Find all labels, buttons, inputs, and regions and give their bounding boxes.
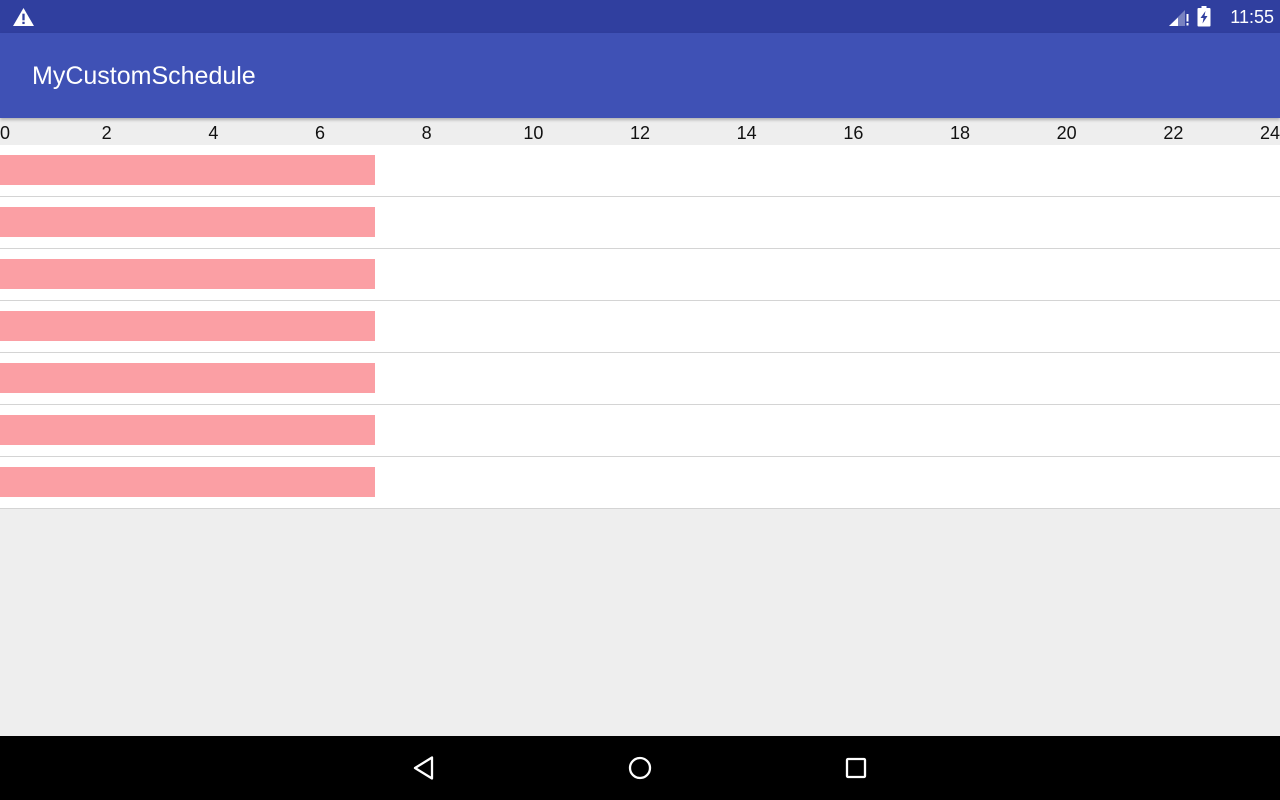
- schedule-row: [0, 353, 1280, 405]
- recents-button[interactable]: [826, 748, 886, 788]
- navigation-bar: [0, 736, 1280, 800]
- schedule-bar[interactable]: [0, 415, 375, 445]
- app-bar: MyCustomSchedule: [0, 33, 1280, 118]
- hour-label: 14: [736, 123, 757, 143]
- hour-label: 16: [843, 123, 864, 143]
- schedule-row: [0, 301, 1280, 353]
- schedule-bar[interactable]: [0, 207, 375, 237]
- back-icon: [413, 756, 434, 780]
- hour-label: 18: [950, 123, 971, 143]
- schedule-row: [0, 145, 1280, 197]
- hour-label: 0: [0, 123, 11, 143]
- recents-icon: [845, 757, 867, 779]
- schedule-bar[interactable]: [0, 259, 375, 289]
- status-clock: 11:55: [1230, 7, 1274, 27]
- battery-charging-icon: [1197, 6, 1211, 27]
- hour-label: 2: [101, 123, 112, 143]
- schedule-row: [0, 249, 1280, 301]
- hour-label: 6: [315, 123, 326, 143]
- schedule-bar[interactable]: [0, 363, 375, 393]
- schedule-row: [0, 197, 1280, 249]
- app-title: MyCustomSchedule: [32, 62, 256, 90]
- hour-label: 10: [523, 123, 544, 143]
- schedule-row: [0, 405, 1280, 457]
- hour-label: 22: [1163, 123, 1184, 143]
- hour-label: 12: [630, 123, 651, 143]
- hour-label: 8: [421, 123, 432, 143]
- home-icon: [628, 756, 652, 780]
- status-bar: 11:55: [0, 0, 1280, 33]
- schedule-row: [0, 457, 1280, 509]
- signal-no-sim-icon: [1169, 10, 1189, 26]
- back-button[interactable]: [395, 748, 455, 788]
- schedule-list: [0, 145, 1280, 509]
- hour-label: 20: [1056, 123, 1077, 143]
- schedule-bar[interactable]: [0, 467, 375, 497]
- home-button[interactable]: [610, 748, 670, 788]
- hour-label: 24: [1260, 123, 1280, 143]
- schedule-bar[interactable]: [0, 155, 375, 185]
- schedule-bar[interactable]: [0, 311, 375, 341]
- hour-axis: 0 2 4 6 8 10 12 14 16 18 20 22 24: [0, 118, 1280, 145]
- hour-label: 4: [208, 123, 219, 143]
- warning-icon: [13, 7, 34, 27]
